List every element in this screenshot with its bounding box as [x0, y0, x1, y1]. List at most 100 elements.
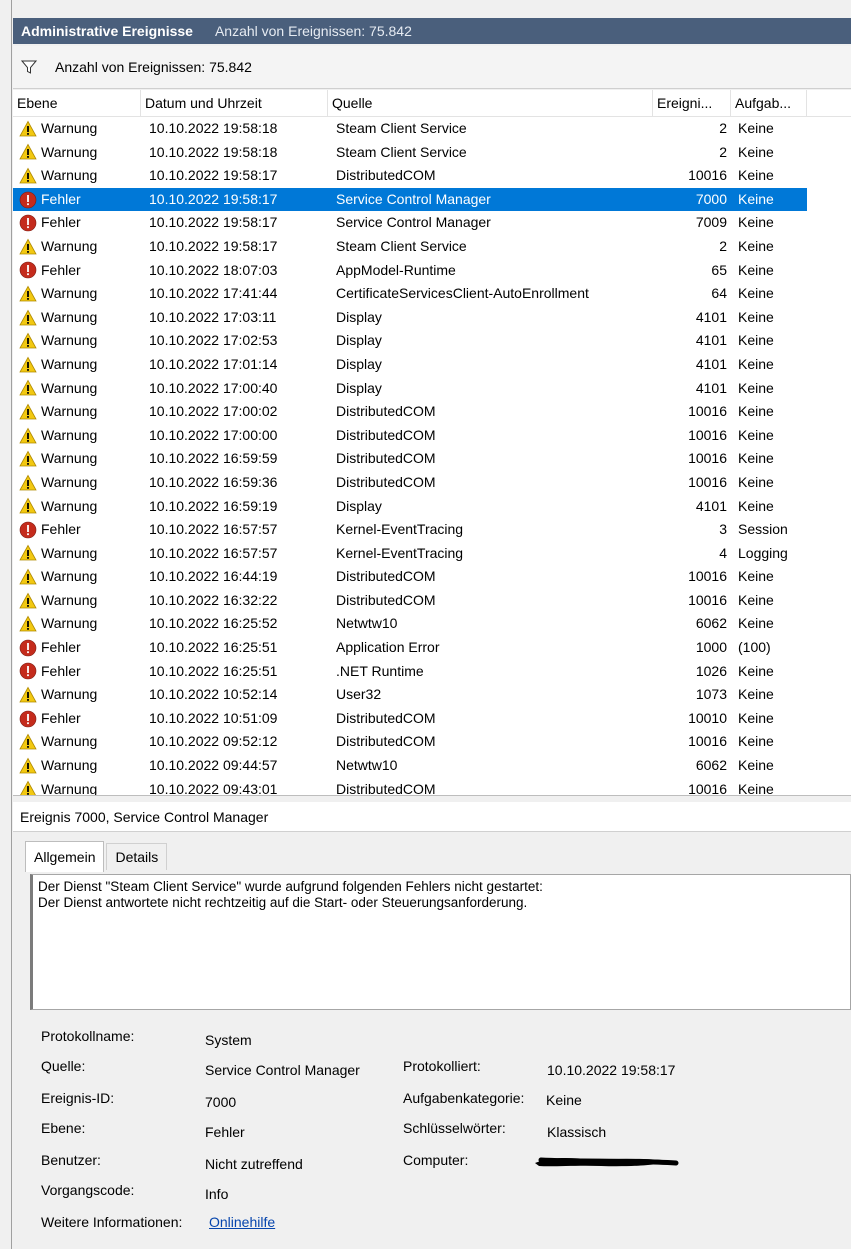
label-computer: Computer:: [403, 1152, 469, 1168]
cell-source: Steam Client Service: [336, 143, 467, 160]
table-row[interactable]: Fehler 10.10.2022 16:57:57 Kernel-EventTra…: [13, 518, 851, 542]
table-row[interactable]: Warnung 10.10.2022 09:43:01 DistributedCOM…: [13, 778, 851, 796]
tab-details[interactable]: Details: [106, 843, 168, 870]
cell-source: DistributedCOM: [336, 426, 436, 443]
cell-task: Keine: [738, 615, 774, 632]
cell-task: Keine: [738, 143, 774, 160]
level-text: Warnung: [41, 450, 98, 467]
funnel-icon[interactable]: [21, 59, 37, 75]
warning-icon: [19, 497, 37, 515]
cell-event-id: 4101: [695, 379, 727, 396]
event-message-box[interactable]: Der Dienst "Steam Client Service" wurde …: [30, 874, 851, 1010]
column-header-date[interactable]: Datum und Uhrzeit: [141, 90, 328, 116]
table-row[interactable]: Warnung 10.10.2022 16:59:59 DistributedCOM…: [13, 447, 851, 471]
table-row[interactable]: Warnung 10.10.2022 19:58:18 Steam Client S…: [13, 141, 851, 165]
table-row[interactable]: Fehler 10.10.2022 16:25:51 .NET Runtime 102…: [13, 660, 851, 684]
table-row[interactable]: Warnung 10.10.2022 16:32:22 DistributedCOM…: [13, 589, 851, 613]
table-row[interactable]: Warnung 10.10.2022 16:57:57 Kernel-EventTr…: [13, 542, 851, 566]
column-header-level[interactable]: Ebene: [13, 90, 141, 116]
cell-task: Keine: [738, 285, 774, 302]
table-row[interactable]: Warnung 10.10.2022 17:41:44 CertificateSer…: [13, 282, 851, 306]
label-task-category: Aufgabenkategorie:: [403, 1090, 525, 1106]
cell-date: 10.10.2022 17:01:14: [149, 355, 278, 372]
cell-date: 10.10.2022 17:02:53: [149, 332, 278, 349]
cell-source: DistributedCOM: [336, 167, 436, 184]
cell-date: 10.10.2022 17:00:40: [149, 379, 278, 396]
table-row[interactable]: Warnung 10.10.2022 16:25:52 Netwtw10 6062 Ke…: [13, 612, 851, 636]
table-row[interactable]: Warnung 10.10.2022 16:59:19 Display 4101 Kei…: [13, 495, 851, 519]
level-text: Warnung: [41, 591, 98, 608]
level-text: Warnung: [41, 237, 98, 254]
table-row[interactable]: Warnung 10.10.2022 16:59:36 DistributedCOM…: [13, 471, 851, 495]
table-row[interactable]: Fehler 10.10.2022 16:25:51 Application Err…: [13, 636, 851, 660]
cell-date: 10.10.2022 09:44:57: [149, 757, 278, 774]
table-row[interactable]: Warnung 10.10.2022 17:01:14 Display 4101 Kei…: [13, 353, 851, 377]
cell-level: Warnung: [19, 778, 139, 796]
cell-event-id: 10016: [688, 167, 727, 184]
level-text: Fehler: [41, 662, 81, 679]
event-list[interactable]: Ebene Datum und Uhrzeit Quelle Ereigni..…: [13, 90, 851, 796]
table-row[interactable]: Warnung 10.10.2022 17:02:53 Display 4101 Kei…: [13, 329, 851, 353]
cell-event-id: 4101: [695, 497, 727, 514]
level-text: Warnung: [41, 544, 98, 561]
online-help-link[interactable]: Onlinehilfe: [209, 1214, 275, 1230]
level-text: Warnung: [41, 379, 98, 396]
table-row[interactable]: Warnung 10.10.2022 17:00:40 Display 4101 Kei…: [13, 377, 851, 401]
top-strip: [0, 0, 851, 16]
warning-icon: [19, 143, 37, 161]
column-header-task[interactable]: Aufgab...: [731, 90, 807, 116]
table-row[interactable]: Warnung 10.10.2022 17:00:00 DistributedCOM…: [13, 424, 851, 448]
cell-source: Display: [336, 355, 382, 372]
cell-date: 10.10.2022 16:59:19: [149, 497, 278, 514]
level-text: Warnung: [41, 780, 98, 796]
cell-source: Display: [336, 308, 382, 325]
cell-event-id: 4101: [695, 332, 727, 349]
cell-date: 10.10.2022 16:59:59: [149, 450, 278, 467]
label-keywords: Schlüsselwörter:: [403, 1120, 506, 1136]
table-row[interactable]: Warnung 10.10.2022 09:52:12 DistributedCOM…: [13, 730, 851, 754]
cell-task: Keine: [738, 497, 774, 514]
cell-level: Fehler: [19, 259, 139, 283]
table-row[interactable]: Fehler 10.10.2022 19:58:17 Service Control…: [13, 211, 851, 235]
tab-allgemein[interactable]: Allgemein: [25, 841, 105, 872]
cell-source: DistributedCOM: [336, 568, 436, 585]
cell-date: 10.10.2022 09:52:12: [149, 733, 278, 750]
table-row[interactable]: Warnung 10.10.2022 19:58:17 DistributedCOM…: [13, 164, 851, 188]
event-message-line-1: Der Dienst "Steam Client Service" wurde …: [38, 879, 543, 894]
cell-event-id: 10016: [688, 473, 727, 490]
column-header-event-id[interactable]: Ereigni...: [653, 90, 731, 116]
cell-source: Display: [336, 332, 382, 349]
table-row[interactable]: Warnung 10.10.2022 17:03:11 Display 4101 Kei…: [13, 306, 851, 330]
level-text: Fehler: [41, 709, 81, 726]
table-row[interactable]: Warnung 10.10.2022 16:44:19 DistributedCOM…: [13, 565, 851, 589]
cell-event-id: 2: [719, 120, 727, 136]
view-event-count: Anzahl von Ereignissen: 75.842: [214, 23, 412, 39]
cell-task: Keine: [738, 379, 774, 396]
detail-title: Ereignis 7000, Service Control Manager: [13, 802, 851, 832]
cell-event-id: 64: [711, 285, 727, 302]
error-icon: [19, 521, 37, 539]
cell-source: DistributedCOM: [336, 780, 436, 796]
warning-icon: [19, 332, 37, 350]
cell-event-id: 1073: [695, 686, 727, 703]
cell-date: 10.10.2022 16:57:57: [149, 521, 278, 538]
cell-event-id: 4101: [695, 308, 727, 325]
table-row[interactable]: Fehler 10.10.2022 18:07:03 AppModel-Runtim…: [13, 259, 851, 283]
cell-date: 10.10.2022 19:58:17: [149, 237, 278, 254]
cell-task: Keine: [738, 120, 774, 136]
table-row[interactable]: Warnung 10.10.2022 19:58:18 Steam Client S…: [13, 117, 851, 141]
label-event-id: Ereignis-ID:: [41, 1090, 115, 1106]
table-row[interactable]: Warnung 10.10.2022 19:58:17 Steam Client S…: [13, 235, 851, 259]
cell-task: Keine: [738, 308, 774, 325]
level-text: Warnung: [41, 733, 98, 750]
cell-event-id: 2: [719, 143, 727, 160]
table-row[interactable]: Warnung 10.10.2022 09:44:57 Netwtw10 6062 Ke…: [13, 754, 851, 778]
cell-level: Warnung: [19, 400, 139, 424]
table-row[interactable]: Fehler 10.10.2022 19:58:17 Service Control…: [13, 187, 807, 212]
table-row[interactable]: Warnung 10.10.2022 10:52:14 User32 1073 Kein…: [13, 683, 851, 707]
table-row[interactable]: Warnung 10.10.2022 17:00:02 DistributedCOM…: [13, 400, 851, 424]
level-text: Warnung: [41, 497, 98, 514]
label-logged: Protokolliert:: [403, 1058, 481, 1074]
table-row[interactable]: Fehler 10.10.2022 10:51:09 DistributedCOM 1…: [13, 707, 851, 731]
column-header-source[interactable]: Quelle: [328, 90, 653, 116]
